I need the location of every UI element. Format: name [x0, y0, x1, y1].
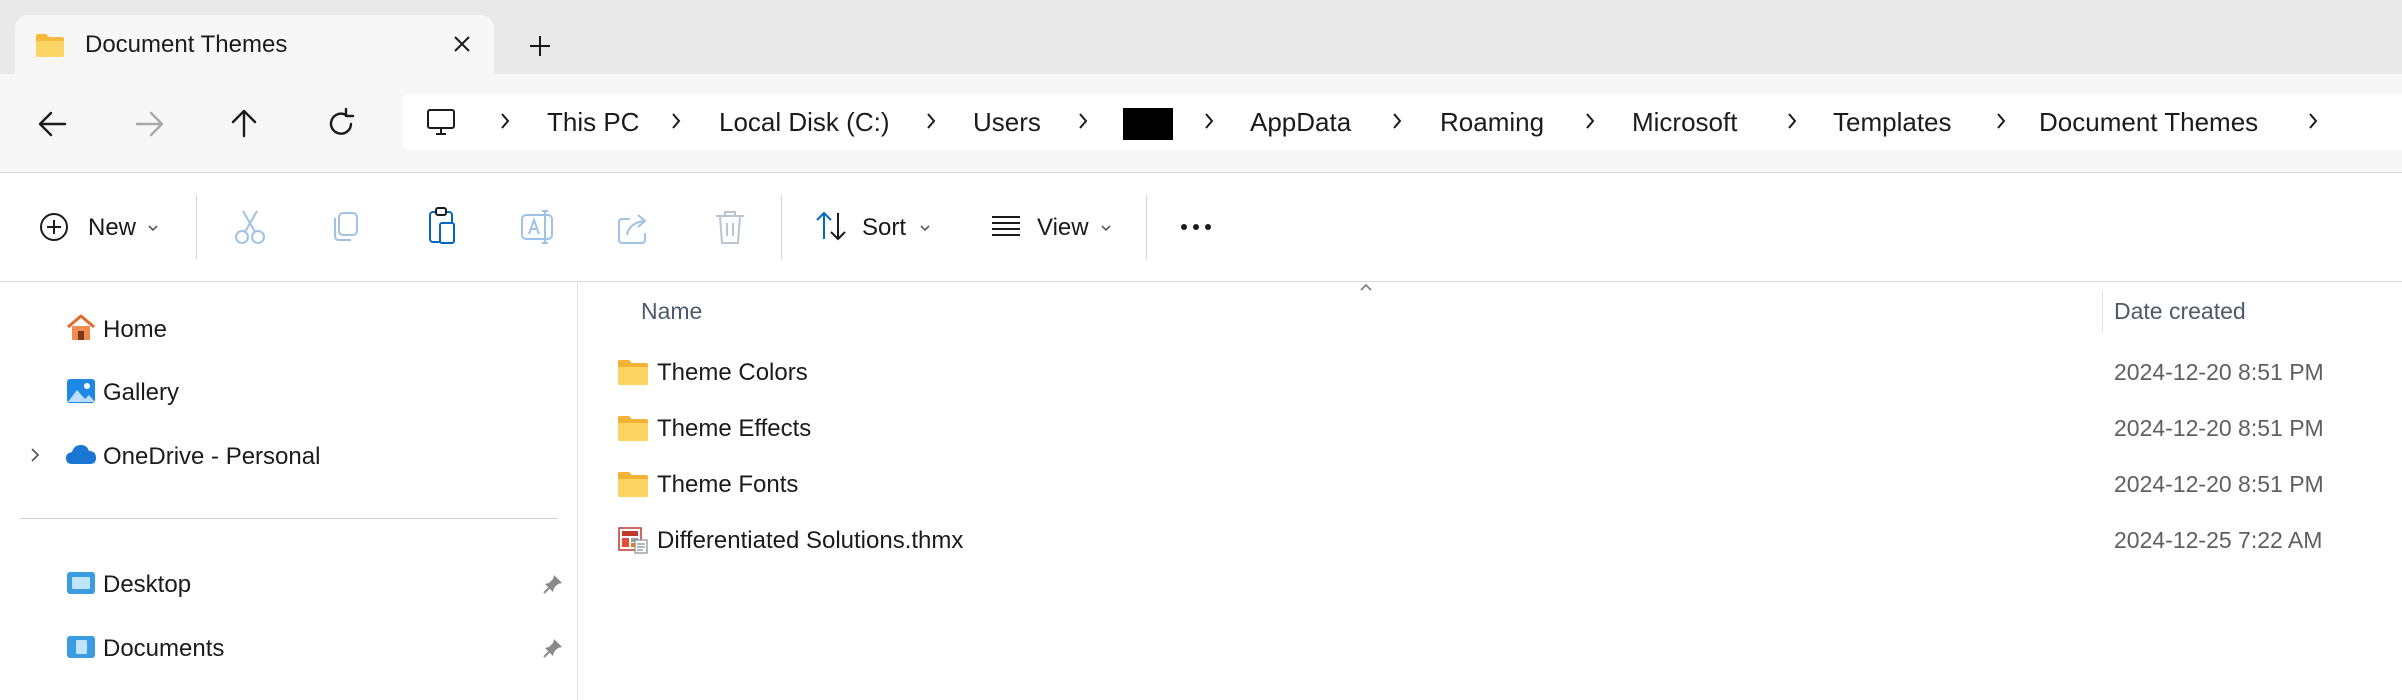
file-name: Theme Fonts	[657, 471, 799, 498]
chevron-right-icon[interactable]	[1580, 108, 1600, 134]
rename-icon[interactable]	[518, 203, 558, 251]
address-bar[interactable]: This PC Local Disk (C:) Users AppData Ro…	[403, 94, 2402, 150]
breadcrumb: This PC Local Disk (C:) Users AppData Ro…	[403, 94, 2402, 150]
sort-label: Sort	[862, 214, 907, 241]
onedrive-cloud-icon	[66, 445, 96, 464]
view-label: View	[1037, 214, 1089, 241]
chevron-down-icon	[920, 225, 930, 232]
file-name: Theme Colors	[657, 359, 808, 386]
list-item[interactable]: Differentiated Solutions.thmx 2024-12-25…	[578, 512, 2402, 568]
column-divider[interactable]	[2102, 290, 2103, 332]
desktop-folder-icon	[67, 572, 95, 594]
view-list-icon	[992, 216, 1020, 236]
paste-icon[interactable]	[422, 203, 462, 251]
sidebar-item-gallery[interactable]: Gallery	[0, 365, 577, 417]
chevron-right-icon[interactable]	[495, 108, 515, 134]
breadcrumb-microsoft[interactable]: Microsoft	[1632, 107, 1737, 138]
chevron-down-icon	[1101, 225, 1111, 232]
chevron-right-icon[interactable]	[666, 108, 686, 134]
chevron-right-icon[interactable]	[25, 445, 45, 465]
command-bar: New Sort View	[0, 173, 2402, 282]
plus-circle-icon	[40, 213, 68, 241]
pin-icon[interactable]	[542, 573, 564, 595]
cut-icon[interactable]	[230, 203, 270, 251]
sidebar-item-label: Documents	[103, 635, 225, 662]
list-item[interactable]: Theme Effects 2024-12-20 8:51 PM	[578, 400, 2402, 456]
sidebar-item-desktop[interactable]: Desktop	[0, 557, 577, 609]
breadcrumb-templates[interactable]: Templates	[1833, 107, 1952, 138]
home-icon	[67, 314, 95, 340]
chevron-right-icon[interactable]	[1199, 108, 1219, 134]
sidebar-item-home[interactable]: Home	[0, 302, 577, 354]
list-item[interactable]: Theme Colors 2024-12-20 8:51 PM	[578, 344, 2402, 400]
gallery-icon	[67, 379, 95, 403]
sort-button[interactable]: Sort	[810, 203, 940, 251]
chevron-right-icon[interactable]	[1991, 108, 2011, 134]
chevron-right-icon[interactable]	[1073, 108, 1093, 134]
breadcrumb-appdata[interactable]: AppData	[1250, 107, 1351, 138]
toolbar-divider	[781, 195, 782, 259]
breadcrumb-document-themes[interactable]: Document Themes	[2039, 107, 2258, 138]
file-name: Theme Effects	[657, 415, 812, 442]
arrow-up-icon[interactable]	[222, 102, 266, 146]
arrow-right-icon[interactable]	[127, 102, 171, 146]
file-list: Name Date created Theme Colors 2024-12-2…	[578, 282, 2402, 700]
file-name: Differentiated Solutions.thmx	[657, 527, 964, 554]
pin-icon[interactable]	[542, 637, 564, 659]
delete-icon[interactable]	[710, 203, 750, 251]
sidebar-item-label: Gallery	[103, 379, 180, 406]
sort-icon	[816, 211, 846, 241]
breadcrumb-local-disk[interactable]: Local Disk (C:)	[719, 107, 889, 138]
file-date-created: 2024-12-20 8:51 PM	[2114, 415, 2324, 441]
file-date-created: 2024-12-20 8:51 PM	[2114, 471, 2324, 497]
refresh-icon[interactable]	[319, 102, 363, 146]
sidebar-item-label: OneDrive - Personal	[103, 443, 321, 470]
column-header-name[interactable]: Name	[641, 298, 702, 325]
breadcrumb-redacted-username[interactable]	[1123, 108, 1173, 140]
chevron-right-icon[interactable]	[2303, 108, 2323, 134]
navigation-pane: Home Gallery OneDrive - Personal Desktop	[0, 282, 578, 700]
list-item[interactable]: Theme Fonts 2024-12-20 8:51 PM	[578, 456, 2402, 512]
navigation-bar: This PC Local Disk (C:) Users AppData Ro…	[0, 74, 2402, 173]
breadcrumb-users[interactable]: Users	[973, 107, 1041, 138]
sidebar-item-label: Home	[103, 316, 168, 343]
documents-folder-icon	[67, 636, 95, 658]
monitor-icon[interactable]	[425, 106, 457, 138]
toolbar-divider	[196, 195, 197, 259]
arrow-left-icon[interactable]	[31, 102, 75, 146]
folder-icon	[618, 472, 648, 497]
sidebar-item-onedrive[interactable]: OneDrive - Personal	[0, 429, 577, 481]
sidebar-item-label: Desktop	[103, 571, 192, 598]
tab-strip: Document Themes	[0, 0, 2402, 74]
sidebar-item-documents[interactable]: Documents	[0, 621, 577, 673]
chevron-right-icon[interactable]	[921, 108, 941, 134]
copy-icon[interactable]	[326, 203, 366, 251]
theme-file-icon	[618, 527, 648, 554]
folder-icon	[36, 34, 64, 57]
chevron-down-icon	[148, 225, 158, 232]
breadcrumb-roaming[interactable]: Roaming	[1440, 107, 1544, 138]
tab-title: Document Themes	[85, 31, 288, 58]
folder-icon	[618, 416, 648, 441]
file-date-created: 2024-12-20 8:51 PM	[2114, 359, 2324, 385]
toolbar-divider	[1146, 195, 1147, 259]
file-date-created: 2024-12-25 7:22 AM	[2114, 527, 2323, 553]
folder-icon	[618, 360, 648, 385]
sidebar-divider	[20, 518, 558, 519]
breadcrumb-this-pc[interactable]: This PC	[547, 107, 639, 138]
chevron-right-icon[interactable]	[1387, 108, 1407, 134]
share-icon[interactable]	[614, 203, 654, 251]
new-label: New	[88, 214, 137, 241]
tab-document-themes[interactable]: Document Themes	[15, 15, 494, 74]
more-icon[interactable]	[1176, 203, 1216, 251]
new-button[interactable]: New	[30, 203, 170, 251]
chevron-right-icon[interactable]	[1782, 108, 1802, 134]
column-header-date-created[interactable]: Date created	[2114, 298, 2246, 325]
plus-icon[interactable]	[520, 26, 560, 66]
sort-ascending-icon	[1360, 283, 1372, 291]
view-button[interactable]: View	[985, 203, 1115, 251]
close-icon[interactable]	[445, 27, 479, 61]
